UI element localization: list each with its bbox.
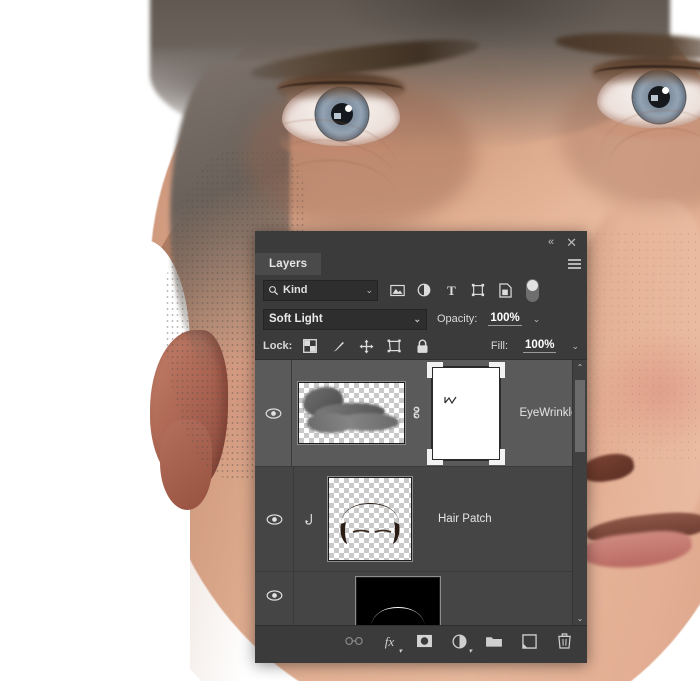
scrollbar-track[interactable] [573, 374, 587, 611]
catchlight2-right [651, 95, 658, 101]
layer-mask-thumbnail[interactable] [427, 361, 506, 465]
chevron-down-icon: ▾ [398, 648, 402, 655]
table-row[interactable]: EyeWrinkle... [255, 360, 587, 467]
eye-icon [265, 407, 282, 419]
layer-name[interactable]: Hair Patch [438, 513, 492, 525]
layer-thumbnail[interactable] [327, 476, 413, 562]
lock-artboard-nesting-icon[interactable] [386, 338, 402, 354]
tab-layers-label: Layers [269, 258, 308, 270]
tabstrip-filler [321, 253, 561, 275]
eyelash-left [278, 80, 404, 98]
adjustment-layer-icon[interactable] [294, 599, 330, 625]
lock-row: Lock: Fill: 100% ⌄ [255, 333, 587, 359]
clipping-mask-icon [294, 513, 324, 526]
layers-bottom-toolbar: fx ▾ ▾ [255, 625, 587, 656]
layer-list[interactable]: EyeWrinkle... Hair Patch ⌃ ⌄ [255, 359, 587, 625]
chevron-down-icon: ⌄ [365, 284, 373, 295]
table-row[interactable]: Hair Patch [255, 467, 587, 572]
lock-icon-group [302, 338, 430, 354]
catchlight-right [662, 87, 669, 94]
chevron-down-icon: ⌄ [413, 313, 421, 324]
layer-visibility-toggle[interactable] [255, 554, 294, 625]
new-group-button[interactable] [485, 632, 503, 650]
skin-pores-texture [580, 230, 700, 460]
lock-position-icon[interactable] [358, 338, 374, 354]
opacity-label: Opacity: [437, 313, 478, 325]
layers-panel: « ✕ Layers Kind ⌄ T Soft Light ⌄ Opacity… [255, 231, 587, 663]
table-row[interactable]: Hair Color [255, 554, 587, 626]
opacity-value[interactable]: 100% [488, 312, 522, 326]
layer-thumbnails [297, 361, 506, 465]
lock-all-icon[interactable] [414, 338, 430, 354]
layer-list-scrollbar[interactable]: ⌃ ⌄ [572, 360, 587, 625]
tab-layers[interactable]: Layers [255, 253, 322, 275]
panel-titlebar: « ✕ [255, 231, 587, 253]
scroll-up-icon[interactable]: ⌃ [573, 360, 587, 374]
filter-row: Kind ⌄ T [255, 275, 587, 305]
svg-text:T: T [447, 284, 456, 297]
search-icon [269, 285, 279, 295]
blend-mode-value: Soft Light [269, 313, 323, 325]
filter-pixel-layers-icon[interactable] [388, 281, 406, 299]
filter-icon-group: T [388, 278, 539, 302]
lock-transparent-pixels-icon[interactable] [302, 338, 318, 354]
layer-mask-thumbnail[interactable] [355, 576, 441, 625]
white-backdrop-left [0, 0, 150, 250]
fill-value[interactable]: 100% [523, 339, 557, 353]
clipping-mask-icon [330, 601, 356, 626]
opacity-chevron-down-icon[interactable]: ⌄ [533, 314, 541, 325]
close-icon[interactable]: ✕ [566, 236, 577, 249]
delete-layer-button[interactable] [555, 632, 573, 650]
chevron-down-icon: ▾ [468, 648, 472, 655]
layer-visibility-toggle[interactable] [255, 360, 293, 466]
blend-mode-row: Soft Light ⌄ Opacity: 100% ⌄ [255, 305, 587, 333]
layer-thumbnail[interactable] [297, 381, 407, 445]
link-layers-button[interactable] [345, 632, 363, 650]
lock-image-pixels-icon[interactable] [330, 338, 346, 354]
add-layer-style-button[interactable]: fx ▾ [380, 632, 402, 655]
catchlight2-left [334, 113, 341, 119]
add-layer-mask-button[interactable] [415, 632, 433, 650]
filter-kind-select[interactable]: Kind ⌄ [263, 279, 378, 301]
fill-chevron-down-icon[interactable]: ⌄ [571, 341, 579, 352]
fill-label: Fill: [490, 340, 509, 352]
new-adjustment-layer-button[interactable]: ▾ [450, 632, 472, 655]
panel-menu-icon[interactable] [561, 253, 587, 275]
collapse-icon[interactable]: « [548, 236, 554, 248]
mask-link-icon[interactable] [410, 406, 422, 420]
blend-mode-select[interactable]: Soft Light ⌄ [263, 308, 427, 330]
eye-icon [266, 513, 283, 525]
panel-bottom-edge [255, 656, 587, 663]
filter-kind-label: Kind [283, 284, 308, 296]
eye-icon [266, 590, 283, 601]
svg-text:fx: fx [384, 634, 394, 649]
new-layer-button[interactable] [520, 632, 538, 650]
filter-type-layers-icon[interactable]: T [442, 281, 460, 299]
scroll-down-icon[interactable]: ⌄ [573, 611, 587, 625]
scrollbar-thumb[interactable] [575, 380, 585, 452]
filter-shape-layers-icon[interactable] [469, 281, 487, 299]
panel-tabstrip: Layers [255, 253, 587, 275]
lock-label: Lock: [263, 340, 293, 352]
eyelash-right [593, 64, 700, 82]
catchlight-left [345, 105, 352, 112]
filter-enable-toggle[interactable] [526, 278, 539, 302]
filter-adjustment-layers-icon[interactable] [415, 281, 433, 299]
filter-smart-objects-icon[interactable] [496, 281, 514, 299]
